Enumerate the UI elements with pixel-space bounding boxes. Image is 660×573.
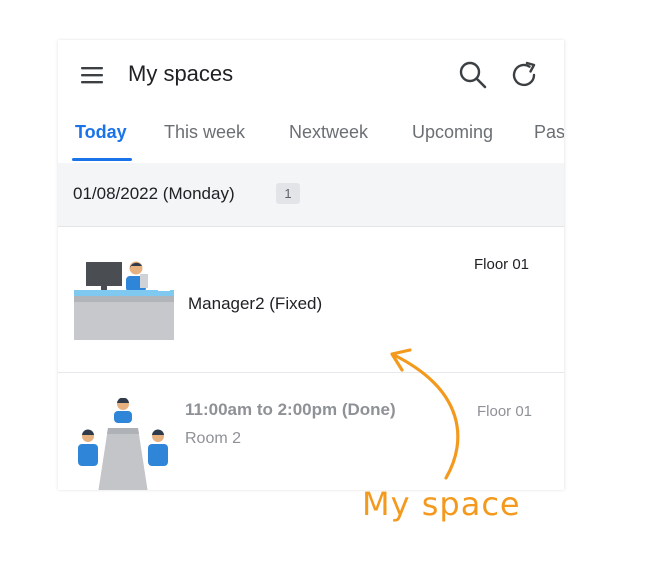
refresh-icon — [512, 61, 536, 87]
date-group-header: 01/08/2022 (Monday) 1 — [58, 163, 564, 227]
booking-item-desk[interactable]: Manager2 (Fixed) Floor 01 — [58, 227, 564, 373]
booking-room: Room 2 — [185, 430, 242, 447]
booking-count-badge: 1 — [276, 183, 300, 204]
hamburger-menu-icon — [81, 67, 103, 84]
tab-this-week[interactable]: This week — [164, 118, 245, 162]
refresh-button[interactable] — [508, 58, 542, 92]
my-space-annotation: My space — [362, 485, 521, 523]
date-group-label: 01/08/2022 (Monday) — [73, 184, 235, 203]
tab-past[interactable]: Pas — [534, 118, 564, 162]
meeting-room-icon — [78, 398, 168, 490]
date-filter-tabs: Today This week Nextweek Upcoming Pas — [58, 118, 564, 162]
page-title: My spaces — [128, 61, 234, 86]
app-bar: My spaces — [58, 40, 564, 106]
tab-next-week[interactable]: Nextweek — [289, 118, 368, 162]
active-tab-indicator — [72, 158, 132, 161]
annotation-arrow-icon — [390, 348, 460, 480]
booking-time: 11:00am to 2:00pm (Done) — [185, 400, 396, 419]
tab-today[interactable]: Today — [75, 118, 127, 162]
booking-item-room[interactable]: 11:00am to 2:00pm (Done) Room 2 Floor 01 — [58, 373, 564, 490]
search-button[interactable] — [456, 58, 490, 92]
tab-upcoming[interactable]: Upcoming — [412, 118, 493, 162]
app-screen: My spaces Today This week Nextweek Upcom… — [58, 40, 564, 490]
booking-floor: Floor 01 — [474, 256, 530, 273]
desk-workstation-icon — [74, 261, 174, 340]
booking-floor: Floor 01 — [477, 403, 533, 420]
booking-title: Manager2 (Fixed) — [188, 294, 323, 313]
search-icon — [459, 61, 487, 89]
menu-button[interactable] — [78, 60, 108, 90]
